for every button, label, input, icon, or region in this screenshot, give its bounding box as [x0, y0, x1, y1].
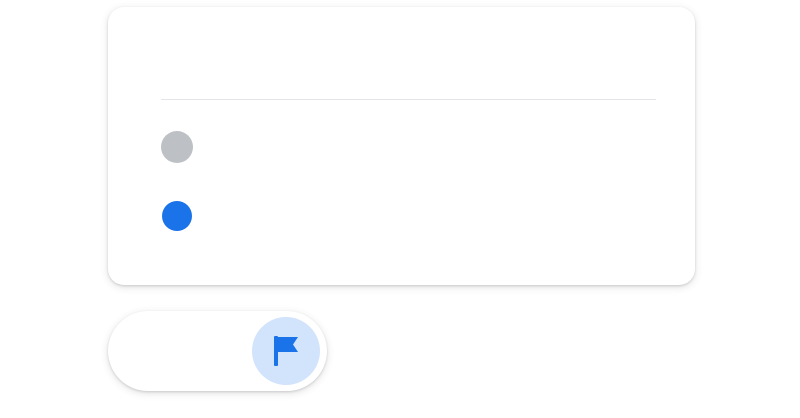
flag-icon: [274, 336, 298, 366]
content-card: [108, 7, 695, 285]
toggle-pill[interactable]: [108, 311, 327, 391]
card-divider: [161, 99, 656, 100]
blue-dot: [162, 201, 192, 231]
gray-dot: [161, 131, 193, 163]
flag-button[interactable]: [252, 317, 320, 385]
